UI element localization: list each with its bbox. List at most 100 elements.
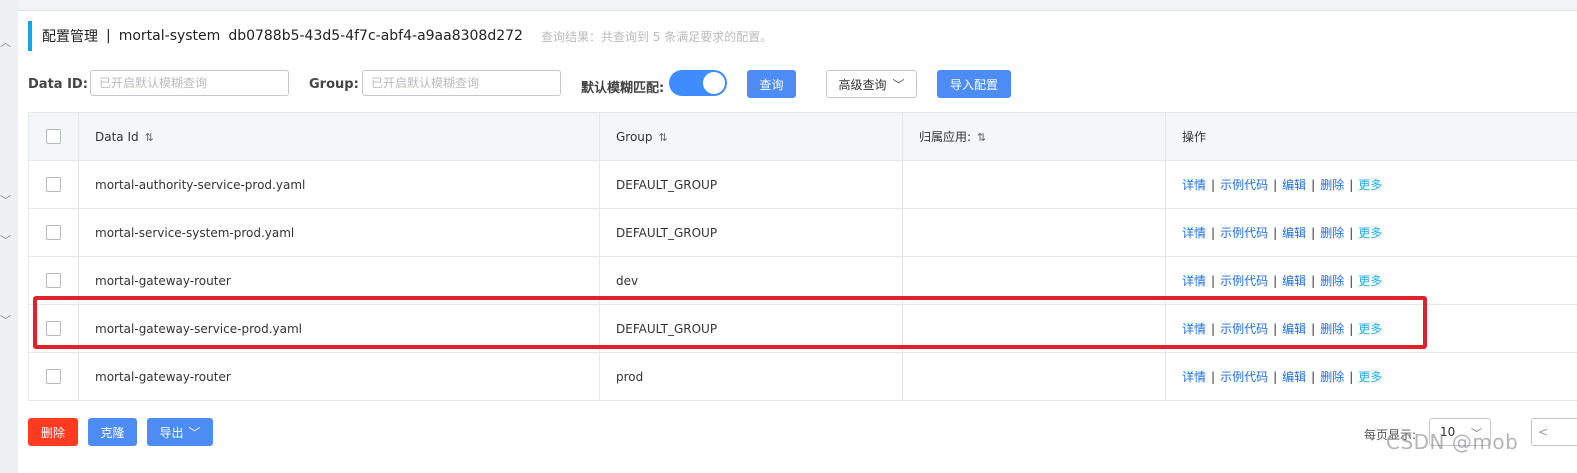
data-id-cell: mortal-authority-service-prod.yaml: [78, 160, 600, 209]
column-label: Data Id: [95, 129, 139, 144]
action-separator: |: [1273, 226, 1278, 240]
delete-link[interactable]: 删除: [1320, 178, 1344, 192]
action-separator: |: [1349, 322, 1354, 336]
row-select-cell: [28, 304, 79, 353]
app-cell: [902, 160, 1166, 209]
row-select-cell: [28, 160, 79, 209]
import-config-button[interactable]: 导入配置: [937, 70, 1011, 98]
chevron-down-icon[interactable]: ﹀: [0, 312, 11, 328]
row-select-cell: [28, 352, 79, 401]
chevron-up-icon[interactable]: ︿: [0, 34, 11, 50]
action-separator: |: [1349, 226, 1354, 240]
table-row: mortal-authority-service-prod.yaml DEFAU…: [28, 160, 1577, 209]
action-separator: |: [1211, 322, 1216, 336]
row-checkbox[interactable]: [46, 177, 61, 192]
column-label: 归属应用:: [919, 130, 972, 144]
clone-button[interactable]: 克隆: [88, 418, 137, 446]
group-cell: DEFAULT_GROUP: [599, 160, 903, 209]
more-link[interactable]: 更多: [1358, 322, 1382, 336]
delete-link[interactable]: 删除: [1320, 370, 1344, 384]
chevron-down-icon[interactable]: ﹀: [0, 192, 11, 208]
group-input[interactable]: [362, 70, 561, 96]
action-separator: |: [1311, 322, 1316, 336]
detail-link[interactable]: 详情: [1182, 178, 1206, 192]
action-separator: |: [1211, 178, 1216, 192]
sort-icon[interactable]: ⇅: [659, 131, 668, 144]
table-header-row: Data Id ⇅ Group ⇅ 归属应用: ⇅ 操作: [28, 112, 1577, 161]
table-row: mortal-gateway-router prod 详情 | 示例代码 | 编辑 | 删除…: [28, 352, 1577, 401]
select-all-checkbox[interactable]: [46, 129, 61, 144]
action-separator: |: [1273, 322, 1278, 336]
edit-link[interactable]: 编辑: [1282, 274, 1306, 288]
namespace-id: db0788b5-43d5-4f7c-abf4-a9aa8308d272: [228, 28, 523, 44]
more-link[interactable]: 更多: [1358, 178, 1382, 192]
actions-cell: 详情 | 示例代码 | 编辑 | 删除 | 更多: [1165, 352, 1577, 401]
row-checkbox[interactable]: [46, 273, 61, 288]
action-separator: |: [1211, 274, 1216, 288]
delete-link[interactable]: 删除: [1320, 226, 1344, 240]
more-link[interactable]: 更多: [1358, 226, 1382, 240]
table-row: mortal-service-system-prod.yaml DEFAULT_…: [28, 208, 1577, 257]
chevron-down-icon[interactable]: ﹀: [0, 232, 11, 248]
action-separator: |: [1349, 178, 1354, 192]
delete-link[interactable]: 删除: [1320, 274, 1344, 288]
query-button[interactable]: 查询: [747, 70, 796, 98]
page-header: 配置管理 | mortal-system db0788b5-43d5-4f7c-…: [28, 21, 772, 51]
sample-code-link[interactable]: 示例代码: [1220, 226, 1268, 240]
app-cell: [902, 304, 1166, 353]
sort-icon[interactable]: ⇅: [145, 131, 154, 144]
row-checkbox[interactable]: [46, 225, 61, 240]
chevron-down-icon: ﹀: [892, 77, 905, 92]
app-cell: [902, 256, 1166, 305]
detail-link[interactable]: 详情: [1182, 370, 1206, 384]
app-cell: [902, 208, 1166, 257]
action-separator: |: [1349, 370, 1354, 384]
detail-link[interactable]: 详情: [1182, 274, 1206, 288]
row-checkbox[interactable]: [46, 369, 61, 384]
group-cell: DEFAULT_GROUP: [599, 208, 903, 257]
query-result-text: 查询结果：共查询到 5 条满足要求的配置。: [540, 29, 773, 44]
sample-code-link[interactable]: 示例代码: [1220, 178, 1268, 192]
sample-code-link[interactable]: 示例代码: [1220, 370, 1268, 384]
row-checkbox[interactable]: [46, 321, 61, 336]
action-separator: |: [1311, 226, 1316, 240]
table-row: mortal-gateway-router dev 详情 | 示例代码 | 编辑 | 删除 |…: [28, 256, 1577, 305]
data-id-label: Data ID:: [28, 77, 88, 92]
data-id-input[interactable]: [90, 70, 289, 96]
edit-link[interactable]: 编辑: [1282, 370, 1306, 384]
more-link[interactable]: 更多: [1358, 274, 1382, 288]
action-separator: |: [1273, 178, 1278, 192]
edit-link[interactable]: 编辑: [1282, 322, 1306, 336]
sample-code-link[interactable]: 示例代码: [1220, 274, 1268, 288]
more-link[interactable]: 更多: [1358, 370, 1382, 384]
group-cell: DEFAULT_GROUP: [599, 304, 903, 353]
action-separator: |: [1311, 178, 1316, 192]
edit-link[interactable]: 编辑: [1282, 178, 1306, 192]
edit-link[interactable]: 编辑: [1282, 226, 1306, 240]
table-row: mortal-gateway-service-prod.yaml DEFAULT…: [28, 304, 1577, 353]
detail-link[interactable]: 详情: [1182, 226, 1206, 240]
config-table: Data Id ⇅ Group ⇅ 归属应用: ⇅ 操作 mortal-authori…: [28, 112, 1577, 401]
fuzzy-match-toggle[interactable]: [669, 70, 727, 96]
column-header-app[interactable]: 归属应用: ⇅: [902, 112, 1166, 161]
prev-page-button[interactable]: <: [1531, 418, 1577, 446]
data-id-cell: mortal-service-system-prod.yaml: [78, 208, 600, 257]
row-select-cell: [28, 256, 79, 305]
chevron-down-icon: ﹀: [188, 425, 201, 440]
sort-icon[interactable]: ⇅: [977, 131, 986, 144]
action-separator: |: [1311, 370, 1316, 384]
column-header-group[interactable]: Group ⇅: [599, 112, 903, 161]
delete-link[interactable]: 删除: [1320, 322, 1344, 336]
sample-code-link[interactable]: 示例代码: [1220, 322, 1268, 336]
batch-delete-button[interactable]: 删除: [28, 418, 78, 446]
advanced-query-button[interactable]: 高级查询 ﹀: [826, 70, 917, 98]
actions-cell: 详情 | 示例代码 | 编辑 | 删除 | 更多: [1165, 208, 1577, 257]
column-header-actions: 操作: [1165, 112, 1577, 161]
export-button[interactable]: 导出 ﹀: [147, 418, 213, 446]
column-label: 操作: [1182, 130, 1207, 144]
column-header-data-id[interactable]: Data Id ⇅: [78, 112, 600, 161]
detail-link[interactable]: 详情: [1182, 322, 1206, 336]
namespace-name: mortal-system: [118, 28, 221, 44]
left-sidebar: ︿ ﹀ ﹀ ﹀: [0, 0, 18, 473]
chevron-left-icon: <: [1538, 425, 1549, 439]
